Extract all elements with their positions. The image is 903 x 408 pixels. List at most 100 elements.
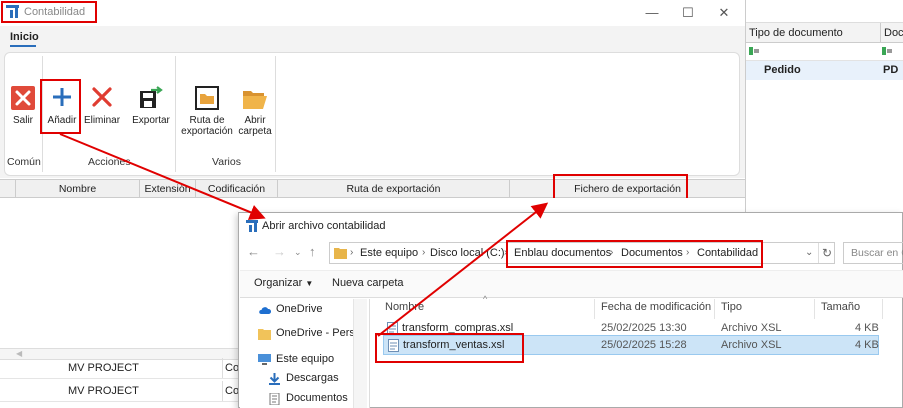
- delete-button[interactable]: Eliminar: [82, 86, 122, 131]
- filter-row[interactable]: [746, 43, 903, 61]
- folder-path-icon: [195, 86, 219, 110]
- panel-header: Tipo de documento Doc: [746, 22, 903, 43]
- minimize-button[interactable]: —: [636, 3, 668, 23]
- folder-icon: [258, 329, 271, 340]
- organize-label: Organizar: [254, 277, 303, 289]
- new-folder-button[interactable]: Nueva carpeta: [332, 277, 404, 289]
- column-header-extension[interactable]: Extensión: [140, 180, 196, 198]
- nav-label: Documentos: [286, 392, 348, 404]
- address-dropdown-icon[interactable]: ⌄: [805, 243, 813, 263]
- dialog-toolbar: Organizar ▼ Nueva carpeta: [240, 270, 903, 298]
- close-button[interactable]: ✕: [708, 3, 740, 23]
- lower-table-row[interactable]: MV PROJECT Co: [0, 381, 240, 402]
- delete-icon: [92, 87, 112, 107]
- refresh-icon[interactable]: ↻: [818, 243, 832, 263]
- document-type-panel: Tipo de documento Doc Pedido PD: [745, 0, 903, 212]
- filter-icon[interactable]: [749, 47, 759, 55]
- open-folder-icon: [243, 91, 267, 109]
- salir-button[interactable]: Salir: [6, 86, 40, 131]
- column-header-date[interactable]: Fecha de modificación: [601, 301, 711, 313]
- document-icon: [269, 393, 280, 405]
- file-list-header: Nombre ^ Fecha de modificación Tipo Tama…: [379, 294, 899, 319]
- export-path-label-line1: Ruta de: [189, 115, 225, 126]
- file-type: Archivo XSL: [721, 339, 782, 351]
- cloud-icon: [259, 307, 271, 314]
- nav-label: OneDrive: [276, 303, 323, 315]
- export-button[interactable]: Exportar: [128, 86, 174, 131]
- organize-button[interactable]: Organizar ▼: [254, 277, 313, 289]
- group-separator: [175, 56, 176, 172]
- lower-row-extra: Co: [222, 358, 239, 378]
- filter-icon[interactable]: [882, 47, 892, 55]
- column-header-nombre[interactable]: Nombre: [16, 180, 140, 198]
- nav-label: Descargas: [286, 372, 339, 384]
- column-header-tipo[interactable]: Tipo de documento: [749, 23, 843, 43]
- title-bar: Contabilidad — ☐ ✕: [0, 0, 745, 26]
- column-separator: [714, 299, 715, 319]
- path-annotation-box: [506, 240, 763, 268]
- file-date: 25/02/2025 15:28: [601, 339, 687, 351]
- breadcrumb-separator: ›: [350, 247, 354, 258]
- download-icon: [269, 373, 280, 385]
- column-header-doc[interactable]: Doc: [880, 23, 903, 43]
- group-label-varios: Varios: [212, 156, 241, 168]
- row-tipo: Pedido: [764, 64, 801, 76]
- breadcrumb-separator: ›: [422, 247, 426, 258]
- column-separator: [814, 299, 815, 319]
- column-header-type[interactable]: Tipo: [721, 301, 742, 313]
- navigation-pane: OneDrive OneDrive - Person Este equipo D…: [240, 299, 370, 408]
- chevron-down-icon: ▼: [305, 279, 314, 288]
- nav-label: Este equipo: [276, 353, 335, 365]
- add-annotation-box: [40, 79, 81, 134]
- file-annotation-box: [375, 333, 524, 363]
- column-header-name[interactable]: Nombre: [385, 301, 424, 313]
- navigation-scrollbar[interactable]: [353, 299, 367, 408]
- dialog-title: Abrir archivo contabilidad: [262, 220, 386, 232]
- title-annotation-box: [1, 1, 97, 23]
- tab-inicio[interactable]: Inicio: [10, 31, 39, 43]
- breadcrumb-disco-local[interactable]: Disco local (C:): [430, 243, 505, 263]
- maximize-button[interactable]: ☐: [672, 3, 704, 23]
- up-arrow-icon[interactable]: ↑: [309, 244, 316, 259]
- export-icon: [140, 86, 163, 108]
- file-size: 4 KB: [855, 339, 879, 351]
- column-header-size[interactable]: Tamaño: [821, 301, 860, 313]
- lower-row-extra: Co: [222, 381, 239, 401]
- file-type: Archivo XSL: [721, 322, 782, 334]
- column-separator: [882, 299, 883, 319]
- column-header-ruta[interactable]: Ruta de exportación: [278, 180, 510, 198]
- lower-row-name: MV PROJECT: [68, 362, 139, 374]
- column-header-codificacion[interactable]: Codificación: [196, 180, 278, 198]
- export-path-button[interactable]: Ruta de exportación: [179, 86, 235, 138]
- scroll-left-icon[interactable]: ◀: [16, 349, 22, 358]
- export-path-label-line2: exportación: [181, 126, 233, 137]
- exit-icon: [11, 86, 35, 110]
- open-folder-button[interactable]: Abrir carpeta: [236, 86, 274, 138]
- group-separator: [275, 56, 276, 172]
- breadcrumb-este-equipo[interactable]: Este equipo: [360, 243, 418, 263]
- file-size: 4 KB: [855, 322, 879, 334]
- open-folder-label-line1: Abrir: [244, 115, 266, 126]
- row-doc: PD: [883, 64, 899, 76]
- open-file-dialog: Abrir archivo contabilidad ← → ⌄ ↑ › Est…: [238, 212, 903, 408]
- computer-icon: [258, 354, 271, 365]
- back-arrow-icon[interactable]: ←: [247, 244, 260, 259]
- file-date: 25/02/2025 13:30: [601, 322, 687, 334]
- group-label-comun: Común: [7, 156, 41, 168]
- open-folder-label-line2: carpeta: [238, 126, 272, 137]
- delete-label: Eliminar: [83, 115, 121, 126]
- lower-row-name: MV PROJECT: [68, 385, 139, 397]
- search-input[interactable]: Buscar en C: [843, 242, 903, 264]
- group-label-acciones: Acciones: [88, 156, 131, 168]
- row-indicator-header: [0, 180, 16, 198]
- app-icon: [246, 220, 258, 232]
- search-placeholder: Buscar en C: [851, 247, 903, 259]
- folder-icon: [334, 248, 347, 259]
- forward-arrow-icon[interactable]: →: [273, 244, 286, 259]
- table-row[interactable]: Pedido PD: [746, 61, 903, 80]
- column-separator: [594, 299, 595, 319]
- tab-underline: [10, 45, 36, 47]
- lower-table-row[interactable]: MV PROJECT Co: [0, 358, 240, 379]
- sort-up-icon: ^: [483, 294, 488, 304]
- chevron-down-icon[interactable]: ⌄: [294, 247, 302, 258]
